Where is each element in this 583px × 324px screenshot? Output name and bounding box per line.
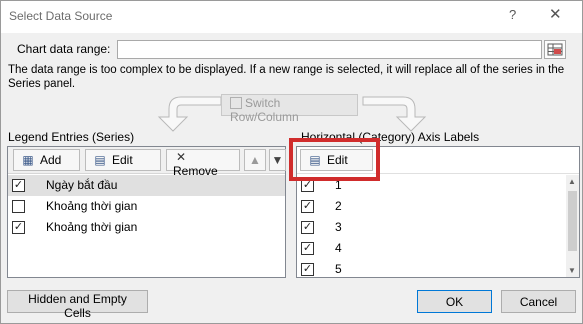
series-label: Khoảng thời gian bbox=[46, 199, 138, 213]
edit-label: Edit bbox=[112, 153, 133, 167]
cancel-button[interactable]: Cancel bbox=[501, 290, 576, 313]
series-row[interactable]: Khoảng thời gian bbox=[8, 196, 285, 217]
select-data-source-dialog: Select Data Source ? ✕ Chart data range:… bbox=[0, 0, 583, 324]
axis-label-label: 4 bbox=[335, 241, 342, 255]
move-up-button[interactable]: ▲ bbox=[244, 149, 266, 171]
axis-label-checkbox[interactable]: ✓ bbox=[301, 263, 314, 276]
range-select-button[interactable] bbox=[544, 40, 566, 59]
scroll-down-icon[interactable]: ▼ bbox=[568, 266, 576, 275]
remove-series-button[interactable]: ✕Remove bbox=[166, 149, 240, 178]
remove-x-icon: ✕ bbox=[175, 150, 187, 164]
series-checkbox[interactable]: ✓ bbox=[12, 221, 25, 234]
axis-label-row[interactable]: ✓ 5 bbox=[297, 259, 565, 280]
chart-data-range-input[interactable] bbox=[117, 40, 542, 59]
axis-labels-list: ✓ 1 ✓ 2 ✓ 3 ✓ 4 ✓ 5 bbox=[297, 175, 565, 280]
series-label: Khoảng thời gian bbox=[46, 220, 138, 234]
curved-arrow-down-right-icon bbox=[362, 96, 427, 132]
axis-label-row[interactable]: ✓ 3 bbox=[297, 217, 565, 238]
axis-label-label: 2 bbox=[335, 199, 342, 213]
axis-label-label: 5 bbox=[335, 262, 342, 276]
add-series-button[interactable]: ▦ Add bbox=[13, 149, 80, 171]
add-label: Add bbox=[40, 153, 62, 167]
switch-icon bbox=[230, 97, 242, 109]
axis-labels-scrollbar[interactable]: ▲ ▼ bbox=[566, 175, 579, 277]
add-table-icon: ▦ bbox=[22, 153, 34, 167]
legend-entries-list: ✓ Ngày bắt đầu Khoảng thời gian ✓ Khoảng thờ… bbox=[8, 175, 285, 238]
scroll-thumb[interactable] bbox=[568, 191, 577, 251]
legend-toolbar: ▦ Add ▤ Edit ✕Remove ▲ ▼ bbox=[8, 147, 286, 178]
edit-icon: ▤ bbox=[94, 153, 106, 167]
edit-series-button[interactable]: ▤ Edit bbox=[85, 149, 161, 171]
axis-label-row[interactable]: ✓ 4 bbox=[297, 238, 565, 259]
arrow-down-icon: ▼ bbox=[271, 153, 284, 167]
window-title: Select Data Source bbox=[9, 9, 113, 23]
series-checkbox[interactable]: ✓ bbox=[12, 179, 25, 192]
title-bar: Select Data Source ? ✕ bbox=[1, 1, 582, 33]
hidden-empty-cells-button[interactable]: Hidden and Empty Cells bbox=[7, 290, 148, 320]
series-row[interactable]: ✓ Khoảng thời gian bbox=[8, 217, 285, 238]
range-picker-icon bbox=[547, 43, 563, 56]
help-button[interactable]: ? bbox=[509, 7, 516, 22]
close-button[interactable]: ✕ bbox=[549, 5, 562, 23]
legend-entries-title: Legend Entries (Series) bbox=[8, 130, 135, 144]
arrow-up-icon: ▲ bbox=[249, 153, 261, 167]
switch-row-column-button[interactable]: Switch Row/Column bbox=[221, 94, 358, 124]
edit-button-highlight-box bbox=[289, 138, 380, 181]
chart-data-range-label: Chart data range: bbox=[17, 42, 111, 56]
ok-button[interactable]: OK bbox=[417, 290, 492, 313]
scroll-up-icon[interactable]: ▲ bbox=[568, 177, 576, 186]
move-down-button[interactable]: ▼ bbox=[269, 149, 286, 171]
series-label: Ngày bắt đầu bbox=[46, 178, 118, 192]
range-too-complex-message: The data range is too complex to be disp… bbox=[8, 64, 565, 90]
axis-label-checkbox[interactable]: ✓ bbox=[301, 242, 314, 255]
series-row[interactable]: ✓ Ngày bắt đầu bbox=[8, 175, 285, 196]
axis-label-checkbox[interactable]: ✓ bbox=[301, 221, 314, 234]
axis-label-label: 3 bbox=[335, 220, 342, 234]
legend-entries-panel: ▦ Add ▤ Edit ✕Remove ▲ ▼ ✓ Ngày bắt đầu Khoả… bbox=[7, 146, 286, 278]
curved-arrow-down-left-icon bbox=[157, 96, 222, 132]
series-checkbox[interactable] bbox=[12, 200, 25, 213]
axis-label-row[interactable]: ✓ 2 bbox=[297, 196, 565, 217]
axis-label-checkbox[interactable]: ✓ bbox=[301, 200, 314, 213]
